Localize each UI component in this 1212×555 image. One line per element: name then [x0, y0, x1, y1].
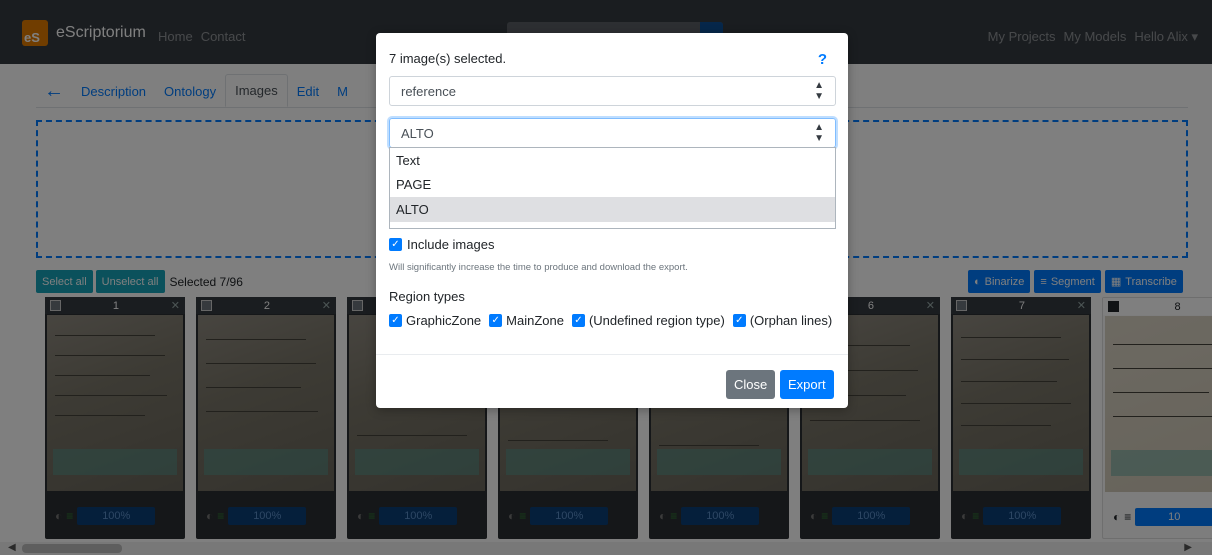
option-text[interactable]: Text — [390, 148, 835, 173]
checkmark-icon: ✓ — [489, 314, 503, 327]
region-type-label: MainZone — [506, 313, 564, 328]
sort-icon: ▲ ▼ — [814, 80, 824, 102]
checkmark-icon: ✓ — [571, 314, 585, 327]
region-undefined-checkbox[interactable]: ✓ (Undefined region type) — [571, 313, 725, 328]
region-types-list: ✓ GraphicZone ✓ MainZone ✓ (Undefined regio… — [389, 313, 832, 328]
region-graphiczone-checkbox[interactable]: ✓ GraphicZone — [389, 313, 481, 328]
region-types-label: Region types — [389, 289, 465, 304]
export-format-select[interactable]: ALTO ▲ ▼ — [389, 118, 836, 148]
export-modal: 7 image(s) selected. ? reference ▲ ▼ ALTO… — [376, 33, 848, 408]
export-button[interactable]: Export — [780, 370, 834, 399]
transcription-select[interactable]: reference ▲ ▼ — [389, 76, 836, 106]
help-icon[interactable]: ? — [818, 51, 827, 68]
checkmark-icon: ✓ — [389, 238, 402, 251]
export-format-select-value: ALTO — [401, 125, 434, 141]
export-format-options: Text PAGE ALTO — [389, 147, 836, 229]
option-page[interactable]: PAGE — [390, 173, 835, 198]
modal-footer: Close Export — [376, 354, 848, 408]
region-mainzone-checkbox[interactable]: ✓ MainZone — [489, 313, 564, 328]
modal-title: 7 image(s) selected. — [389, 51, 507, 66]
region-orphan-lines-checkbox[interactable]: ✓ (Orphan lines) — [732, 313, 833, 328]
include-images-hint: Will significantly increase the time to … — [389, 262, 688, 273]
include-images-label: Include images — [407, 237, 495, 252]
transcription-select-value: reference — [401, 83, 456, 99]
checkmark-icon: ✓ — [389, 314, 402, 327]
option-alto[interactable]: ALTO — [390, 197, 835, 222]
region-type-label: (Undefined region type) — [588, 313, 725, 328]
region-type-label: GraphicZone — [406, 313, 482, 328]
include-images-checkbox[interactable]: ✓ Include images — [389, 237, 494, 252]
region-type-label: (Orphan lines) — [749, 313, 833, 328]
checkmark-icon: ✓ — [732, 314, 746, 327]
close-button[interactable]: Close — [726, 370, 776, 399]
sort-icon: ▲ ▼ — [814, 122, 824, 144]
